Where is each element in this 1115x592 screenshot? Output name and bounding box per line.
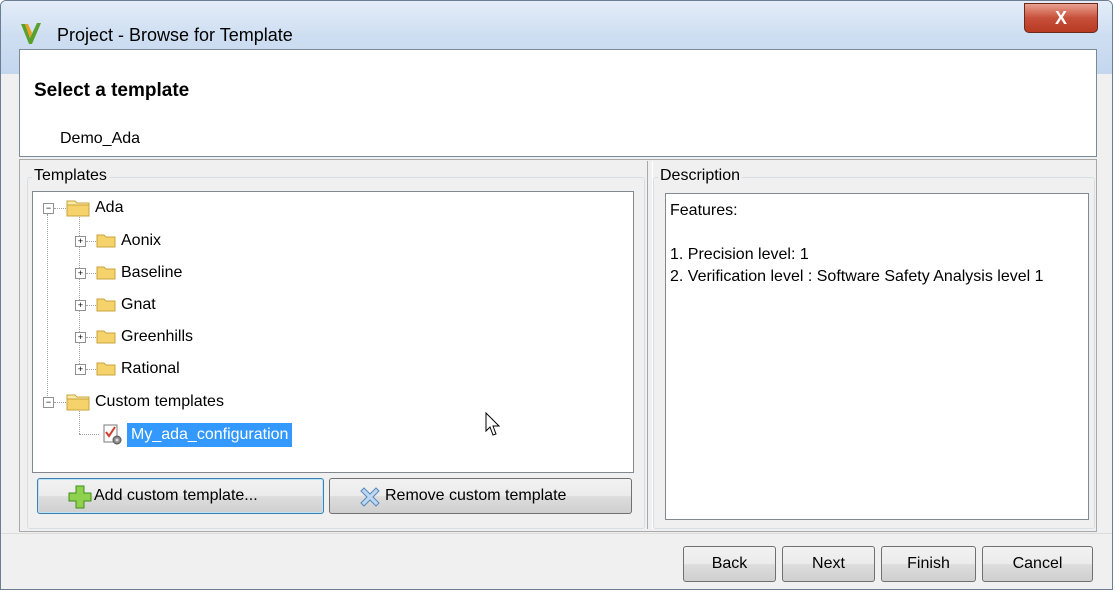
expand-icon[interactable]: + (75, 332, 86, 343)
mouse-cursor-icon (485, 412, 501, 436)
tree-node-my-ada-configuration[interactable]: My_ada_configuration (33, 422, 353, 448)
add-custom-template-button[interactable]: Add custom template... (37, 478, 324, 514)
tree-node-greenhills[interactable]: + Greenhills (33, 325, 253, 351)
folder-icon (96, 362, 116, 376)
finish-button[interactable]: Finish (881, 546, 976, 582)
tree-node-gnat[interactable]: + Gnat (33, 293, 253, 319)
tree-node-baseline[interactable]: + Baseline (33, 261, 253, 287)
tree-node-ada[interactable]: − Ada (33, 196, 233, 222)
tree-node-rational[interactable]: + Rational (33, 357, 253, 383)
templates-group-label: Templates (32, 167, 109, 185)
tree-connector (54, 402, 66, 403)
remove-x-icon (360, 487, 380, 507)
app-logo-icon (21, 23, 41, 44)
remove-custom-template-label: Remove custom template (385, 487, 567, 504)
expand-icon[interactable]: + (75, 236, 86, 247)
tree-node-label: Greenhills (121, 328, 194, 345)
page-title: Select a template (34, 80, 190, 101)
templates-tree[interactable]: − Ada + Aonix + Baseline + Gnat + Greenh… (32, 191, 634, 473)
tree-node-label: Ada (95, 199, 124, 216)
tree-connector (86, 369, 96, 370)
tree-node-custom-templates[interactable]: − Custom templates (33, 390, 293, 416)
back-button[interactable]: Back (683, 546, 776, 582)
footer-bar: Back Next Finish Cancel (1, 533, 1112, 589)
description-line: 2. Verification level : Software Safety … (670, 268, 1044, 285)
tree-connector (54, 208, 66, 209)
tree-connector (79, 434, 99, 435)
collapse-icon[interactable]: − (43, 397, 54, 408)
plus-icon (68, 485, 92, 509)
tree-connector (86, 273, 96, 274)
folder-open-icon (66, 394, 90, 411)
remove-custom-template-button[interactable]: Remove custom template (329, 478, 632, 514)
expand-icon[interactable]: + (75, 300, 86, 311)
folder-icon (96, 266, 116, 280)
collapse-icon[interactable]: − (43, 203, 54, 214)
tree-connector (86, 337, 96, 338)
tree-connector (86, 305, 96, 306)
description-group-label: Description (658, 167, 743, 185)
expand-icon[interactable]: + (75, 268, 86, 279)
folder-icon (96, 330, 116, 344)
description-line (670, 222, 1084, 244)
description-line: 1. Precision level: 1 (670, 246, 809, 263)
expand-icon[interactable]: + (75, 364, 86, 375)
dialog-window: Project - Browse for Template X Select a… (0, 0, 1113, 590)
selected-template-label: Demo_Ada (60, 130, 141, 147)
tree-node-label: Rational (121, 360, 180, 377)
description-text-area[interactable]: Features: 1. Precision level: 1 2. Verif… (665, 193, 1089, 520)
folder-open-icon (66, 200, 90, 217)
template-config-icon (103, 424, 122, 445)
next-button[interactable]: Next (782, 546, 875, 582)
tree-node-label: My_ada_configuration (127, 423, 293, 447)
add-custom-template-label: Add custom template... (94, 487, 258, 504)
window-title: Project - Browse for Template (57, 25, 293, 45)
tree-connector (86, 241, 96, 242)
tree-node-aonix[interactable]: + Aonix (33, 229, 253, 255)
folder-icon (96, 298, 116, 312)
header-panel: Select a template Demo_Ada (19, 49, 1097, 157)
tree-node-label: Custom templates (95, 393, 224, 410)
cancel-button[interactable]: Cancel (982, 546, 1093, 582)
tree-node-label: Baseline (121, 264, 183, 281)
tree-node-label: Gnat (121, 296, 156, 313)
folder-icon (96, 234, 116, 248)
close-button[interactable]: X (1024, 3, 1098, 33)
tree-node-label: Aonix (121, 232, 162, 249)
description-line: Features: (670, 202, 738, 219)
